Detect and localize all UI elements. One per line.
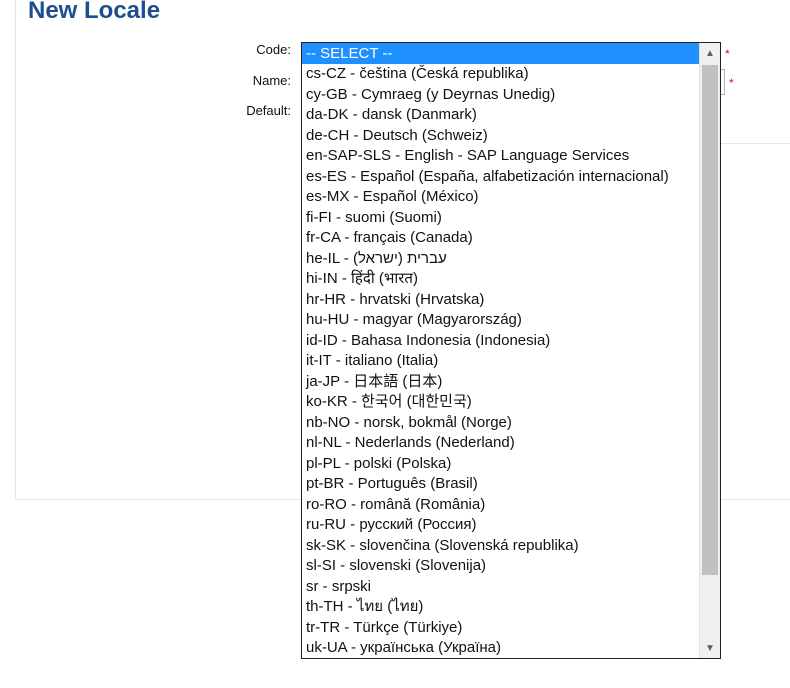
dropdown-option[interactable]: da-DK - dansk (Danmark) xyxy=(302,105,699,126)
dropdown-option[interactable]: de-CH - Deutsch (Schweiz) xyxy=(302,126,699,147)
dropdown-scrollbar[interactable]: ▲ ▼ xyxy=(699,43,720,658)
name-label: Name: xyxy=(252,73,291,88)
dropdown-option[interactable]: hi-IN - हिंदी (भारत) xyxy=(302,269,699,290)
dropdown-option-selected[interactable]: -- SELECT -- xyxy=(302,43,699,64)
chevron-down-icon[interactable]: ▼ xyxy=(700,638,720,658)
dropdown-option[interactable]: th-TH - ไทย (ไทย) xyxy=(302,597,699,618)
dropdown-option[interactable]: cy-GB - Cymraeg (y Deyrnas Unedig) xyxy=(302,85,699,106)
dropdown-option[interactable]: uk-UA - українська (Україна) xyxy=(302,638,699,658)
dropdown-option[interactable]: pl-PL - polski (Polska) xyxy=(302,454,699,475)
dropdown-option[interactable]: id-ID - Bahasa Indonesia (Indonesia) xyxy=(302,331,699,352)
dropdown-option[interactable]: sl-SI - slovenski (Slovenija) xyxy=(302,556,699,577)
code-dropdown-list[interactable]: -- SELECT -- cs-CZ - čeština (Česká repub… xyxy=(301,42,721,659)
dropdown-option[interactable]: hr-HR - hrvatski (Hrvatska) xyxy=(302,290,699,311)
dropdown-option[interactable]: nl-NL - Nederlands (Nederland) xyxy=(302,433,699,454)
dropdown-option[interactable]: sk-SK - slovenčina (Slovenská republika) xyxy=(302,536,699,557)
dropdown-option[interactable]: hu-HU - magyar (Magyarország) xyxy=(302,310,699,331)
content-left-border xyxy=(15,0,16,500)
dropdown-option[interactable]: en-SAP-SLS - English - SAP Language Serv… xyxy=(302,146,699,167)
default-label: Default: xyxy=(246,103,291,118)
dropdown-option[interactable]: es-MX - Español (México) xyxy=(302,187,699,208)
dropdown-option[interactable]: he-IL - עברית (ישראל) xyxy=(302,249,699,270)
code-label: Code: xyxy=(256,42,291,57)
page-title: New Locale xyxy=(28,0,161,24)
name-required-marker: * xyxy=(729,76,734,90)
form-divider xyxy=(720,143,790,144)
dropdown-option[interactable]: ru-RU - русский (Россия) xyxy=(302,515,699,536)
dropdown-option[interactable]: ja-JP - 日本語 (日本) xyxy=(302,372,699,393)
code-option-list[interactable]: -- SELECT -- cs-CZ - čeština (Česká repub… xyxy=(302,43,699,658)
dropdown-option[interactable]: cs-CZ - čeština (Česká republika) xyxy=(302,64,699,85)
dropdown-option[interactable]: ro-RO - română (România) xyxy=(302,495,699,516)
dropdown-option[interactable]: ko-KR - 한국어 (대한민국) xyxy=(302,392,699,413)
dropdown-option[interactable]: it-IT - italiano (Italia) xyxy=(302,351,699,372)
dropdown-option[interactable]: tr-TR - Türkçe (Türkiye) xyxy=(302,618,699,639)
dropdown-option[interactable]: fi-FI - suomi (Suomi) xyxy=(302,208,699,229)
scrollbar-thumb[interactable] xyxy=(702,65,718,575)
dropdown-option[interactable]: nb-NO - norsk, bokmål (Norge) xyxy=(302,413,699,434)
dropdown-option[interactable]: fr-CA - français (Canada) xyxy=(302,228,699,249)
dropdown-option[interactable]: sr - srpski xyxy=(302,577,699,598)
dropdown-option[interactable]: es-ES - Español (España, alfabetización … xyxy=(302,167,699,188)
chevron-up-icon[interactable]: ▲ xyxy=(700,43,720,63)
code-required-marker: * xyxy=(725,47,730,61)
dropdown-option[interactable]: pt-BR - Português (Brasil) xyxy=(302,474,699,495)
